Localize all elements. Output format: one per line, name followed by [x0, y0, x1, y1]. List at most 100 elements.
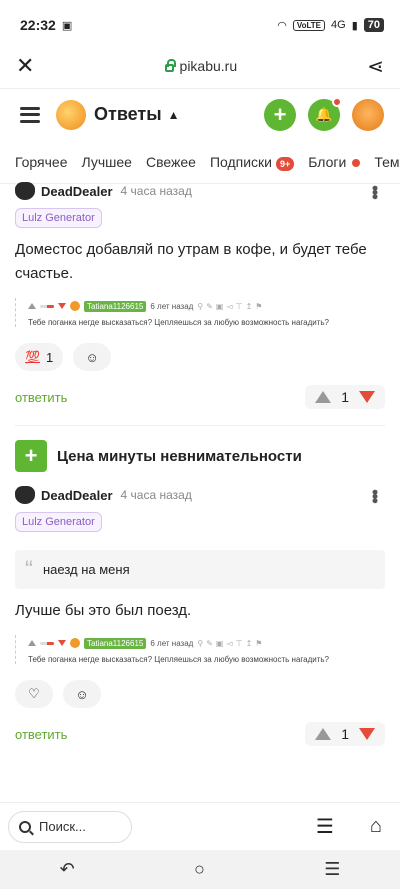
quote-icon: “: [25, 555, 33, 583]
upvote-icon: [28, 640, 36, 646]
search-input[interactable]: Поиск...: [8, 810, 132, 843]
embed-time: 6 лет назад: [150, 638, 194, 648]
comment-text: Доместос добавляй по утрам в кофе, и буд…: [15, 241, 367, 282]
expand-post-button[interactable]: +: [15, 440, 47, 472]
bottom-bar: Поиск... ☰ ⌂: [0, 802, 400, 850]
author-tag[interactable]: Lulz Generator: [15, 512, 102, 532]
tab-subscriptions[interactable]: Подписки 9+: [210, 154, 295, 171]
tab-best[interactable]: Лучшее: [82, 154, 132, 170]
downvote-button[interactable]: [359, 728, 375, 740]
heart-icon: ♡: [28, 686, 40, 701]
embed-user: Tatiana1126615: [84, 637, 147, 649]
status-bar: 22:32 ▣ ◠ VoLTE 4G ▮ 70: [0, 0, 400, 50]
author-tag[interactable]: Lulz Generator: [15, 208, 102, 228]
chevron-up-icon[interactable]: ▲: [168, 108, 180, 122]
network-label: 4G: [331, 19, 346, 31]
hundred-icon: 💯: [25, 350, 40, 364]
embed-header: Tatiana1126615 6 лет назад ⚲✎▣◅⊤↥⚑: [28, 298, 385, 314]
status-icons: ◠ VoLTE 4G ▮ 70: [277, 18, 384, 32]
reaction-100[interactable]: 💯 1: [15, 343, 64, 371]
author-avatar[interactable]: [15, 182, 35, 200]
embed-actions-icons: ⚲✎▣◅⊤↥⚑: [197, 301, 266, 311]
tab-topics[interactable]: Темы: [374, 154, 400, 170]
reply-link[interactable]: ответить: [15, 390, 67, 405]
close-icon[interactable]: ✕: [16, 53, 34, 79]
list-icon[interactable]: ☰: [316, 814, 334, 839]
tab-blogs[interactable]: Блоги: [308, 154, 361, 170]
like-button[interactable]: ♡: [15, 680, 53, 708]
url-text: pikabu.ru: [179, 58, 238, 74]
comment-time[interactable]: 4 часа назад: [121, 488, 192, 502]
smile-plus-icon: ☺: [85, 349, 99, 365]
comment-time[interactable]: 4 часа назад: [121, 184, 192, 198]
browser-url-bar: ✕ pikabu.ru ⋖: [0, 50, 400, 82]
create-post-button[interactable]: +: [264, 98, 296, 131]
menu-icon[interactable]: [20, 106, 40, 123]
notification-icon: ▣: [61, 19, 73, 32]
comment-text: Лучше бы это был поезд.: [15, 602, 192, 619]
app-header: Ответы ▲ + 🔔: [0, 88, 400, 140]
back-icon[interactable]: ↶: [60, 859, 75, 880]
embedded-comment[interactable]: Tatiana1126615 6 лет назад ⚲✎▣◅⊤↥⚑ Тебе …: [15, 635, 385, 664]
comment-footer: ответить 1: [15, 383, 385, 411]
home-icon[interactable]: ⌂: [370, 815, 382, 838]
embed-avatar: [70, 301, 80, 311]
embed-user: Tatiana1126615: [84, 300, 147, 312]
author-name[interactable]: DeadDealer: [41, 488, 113, 503]
notifications-button[interactable]: 🔔: [308, 96, 342, 131]
more-options-icon[interactable]: •••: [364, 185, 385, 198]
embed-text: Тебе поганка негде высказаться? Цепляешь…: [28, 318, 329, 327]
lock-icon: [164, 59, 176, 72]
embedded-comment[interactable]: Tatiana1126615 6 лет назад ⚲✎▣◅⊤↥⚑ Тебе …: [15, 298, 385, 327]
tab-hot[interactable]: Горячее: [15, 154, 68, 170]
embed-time: 6 лет назад: [150, 301, 194, 311]
rating-value: 1: [341, 726, 349, 742]
blogs-dot: [352, 158, 361, 167]
wifi-icon: ◠: [277, 19, 287, 32]
upvote-button[interactable]: [315, 728, 332, 740]
pikabu-logo[interactable]: [56, 99, 86, 130]
signal-icon: ▮: [351, 19, 358, 32]
search-icon: [19, 820, 31, 833]
author-avatar[interactable]: [15, 486, 35, 504]
embed-header: Tatiana1126615 6 лет назад ⚲✎▣◅⊤↥⚑: [28, 635, 385, 651]
rating-value: 1: [341, 389, 349, 405]
post-header: + Цена минуты невнимательности: [0, 440, 400, 472]
search-placeholder: Поиск...: [39, 819, 86, 834]
embed-avatar: [70, 638, 80, 648]
add-reaction-button[interactable]: ☺: [73, 343, 112, 371]
downvote-icon: [58, 303, 66, 309]
notification-dot: [332, 96, 342, 107]
share-icon[interactable]: ⋖: [367, 54, 384, 79]
more-options-icon[interactable]: •••: [364, 489, 385, 502]
comment-header: DeadDealer 4 часа назад •••: [15, 180, 385, 202]
post-title[interactable]: Цена минуты невнимательности: [57, 448, 302, 465]
vote-block: 1: [305, 722, 385, 746]
downvote-icon: [58, 640, 66, 646]
embed-text: Тебе поганка негде высказаться? Цепляешь…: [28, 655, 329, 664]
reactions: 💯 1 ☺: [15, 343, 385, 371]
downvote-button[interactable]: [359, 391, 375, 403]
home-nav-icon[interactable]: ○: [194, 859, 205, 880]
battery-indicator: 70: [363, 18, 384, 32]
page-title[interactable]: Ответы: [94, 104, 162, 125]
tab-fresh[interactable]: Свежее: [146, 154, 196, 170]
upvote-icon: [28, 303, 36, 309]
add-reaction-button[interactable]: ☺: [63, 680, 101, 708]
rating-bar: [40, 304, 54, 308]
quote-text: наезд на меня: [43, 562, 130, 577]
volte-badge: VoLTE: [292, 19, 325, 31]
reply-link[interactable]: ответить: [15, 727, 67, 742]
feed-tabs: Горячее Лучшее Свежее Подписки 9+ Блоги Т…: [0, 140, 400, 184]
user-avatar[interactable]: [352, 98, 384, 131]
comment-header: DeadDealer 4 часа назад •••: [15, 484, 385, 506]
rating-bar: [40, 641, 54, 645]
upvote-button[interactable]: [315, 391, 332, 403]
comment-2: DeadDealer 4 часа назад ••• Lulz Generat…: [0, 484, 400, 748]
vote-block: 1: [305, 385, 385, 409]
author-name[interactable]: DeadDealer: [41, 184, 113, 199]
subscriptions-badge: 9+: [276, 156, 295, 171]
recents-icon[interactable]: ☰: [324, 859, 340, 880]
reactions: ♡ ☺: [15, 680, 385, 708]
url-display[interactable]: pikabu.ru: [34, 58, 367, 74]
